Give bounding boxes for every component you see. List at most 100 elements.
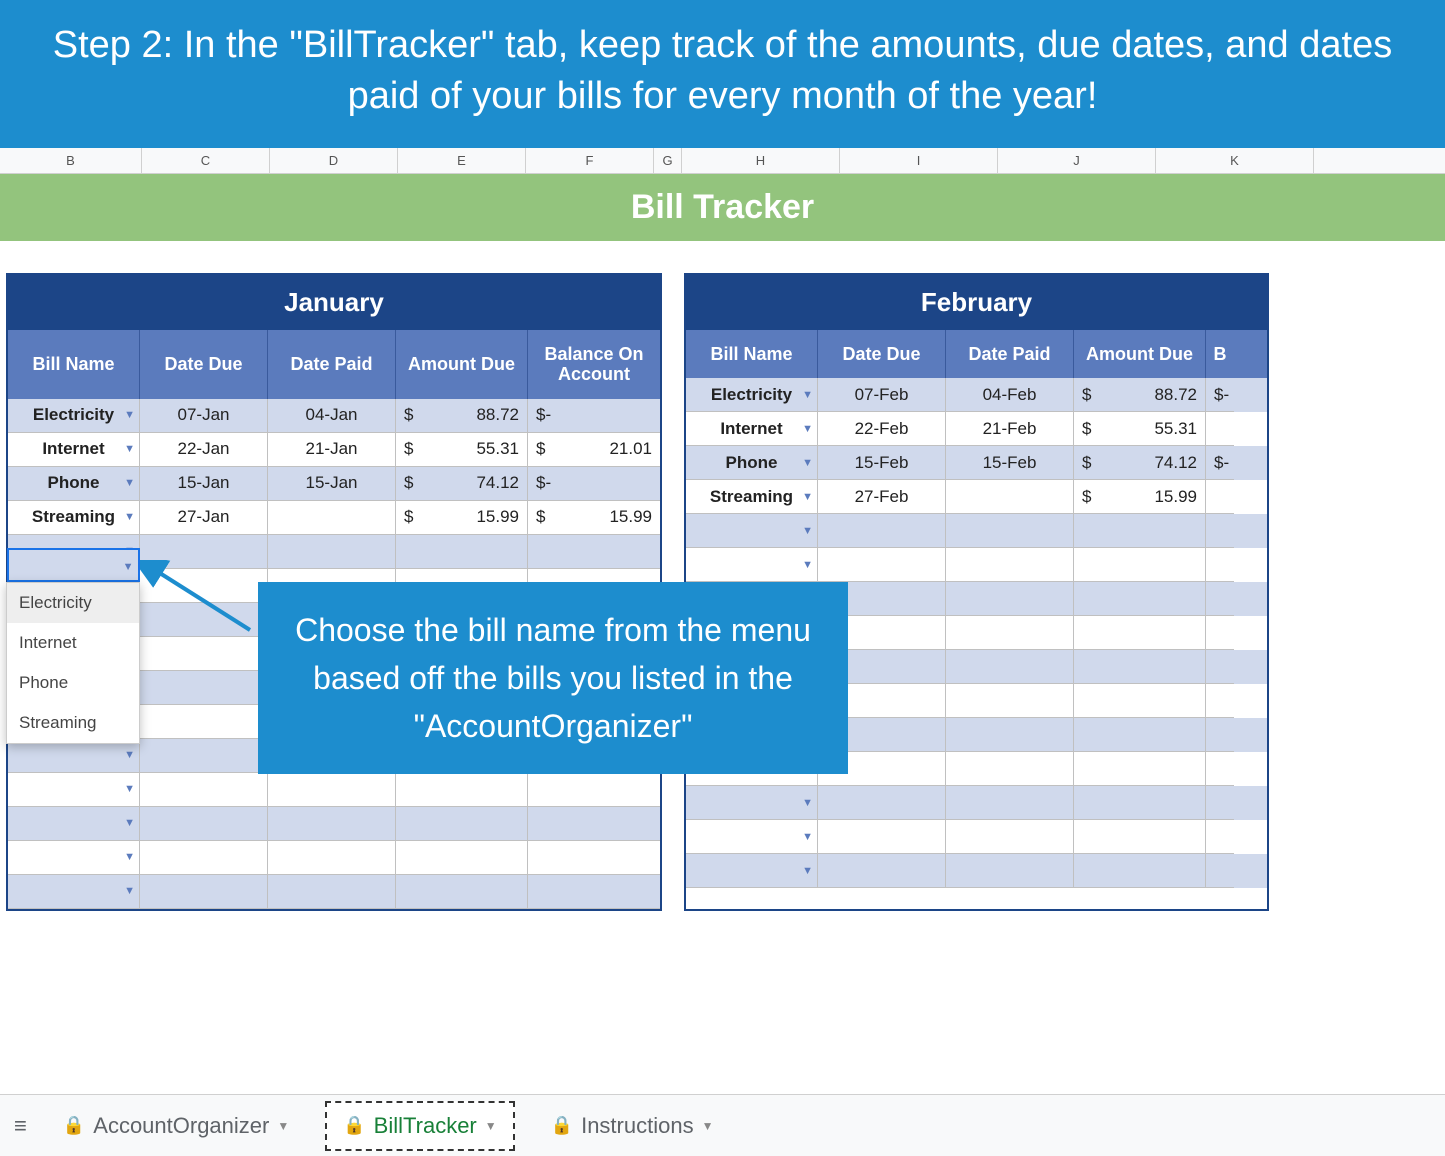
datepaid-cell[interactable]: 21-Jan <box>268 433 396 467</box>
empty-cell[interactable] <box>140 739 268 773</box>
empty-cell[interactable] <box>1074 684 1206 718</box>
datedue-cell[interactable]: 27-Jan <box>140 501 268 535</box>
amountdue-cell[interactable]: $15.99 <box>1074 480 1206 514</box>
empty-cell[interactable] <box>140 807 268 841</box>
chevron-down-icon[interactable]: ▼ <box>124 477 135 489</box>
datedue-cell[interactable]: 15-Feb <box>818 446 946 480</box>
datepaid-cell[interactable] <box>268 501 396 535</box>
tab-billtracker[interactable]: 🔒 BillTracker ▼ <box>325 1101 514 1151</box>
amountdue-cell[interactable]: $55.31 <box>1074 412 1206 446</box>
empty-cell[interactable] <box>268 773 396 807</box>
chevron-down-icon[interactable]: ▼ <box>802 457 813 469</box>
chevron-down-icon[interactable]: ▼ <box>124 783 135 795</box>
empty-cell[interactable] <box>946 786 1074 820</box>
empty-cell[interactable] <box>1074 616 1206 650</box>
empty-cell[interactable]: ▼ <box>8 739 140 773</box>
empty-cell[interactable] <box>1074 548 1206 582</box>
amountdue-cell[interactable]: $15.99 <box>396 501 528 535</box>
empty-cell[interactable] <box>528 841 660 875</box>
balance-cell[interactable]: $21.01 <box>528 433 660 467</box>
empty-cell[interactable] <box>946 582 1074 616</box>
col-header[interactable]: H <box>682 148 840 173</box>
amountdue-cell[interactable]: $88.72 <box>1074 378 1206 412</box>
tab-accountorganizer[interactable]: 🔒 AccountOrganizer ▼ <box>47 1103 305 1149</box>
billname-cell[interactable]: Electricity▼ <box>686 378 818 412</box>
billname-cell[interactable]: Electricity▼ <box>8 399 140 433</box>
empty-cell[interactable] <box>396 875 528 909</box>
chevron-down-icon[interactable]: ▼ <box>802 389 813 401</box>
col-header[interactable]: K <box>1156 148 1314 173</box>
empty-cell[interactable] <box>818 854 946 888</box>
datedue-cell[interactable]: 15-Jan <box>140 467 268 501</box>
empty-cell[interactable] <box>818 820 946 854</box>
empty-cell[interactable] <box>1074 820 1206 854</box>
tab-instructions[interactable]: 🔒 Instructions ▼ <box>535 1103 730 1149</box>
dropdown-option[interactable]: Electricity <box>7 583 139 623</box>
dropdown-option[interactable]: Internet <box>7 623 139 663</box>
balance-cell[interactable] <box>1206 480 1234 514</box>
empty-cell[interactable] <box>946 684 1074 718</box>
empty-cell[interactable] <box>818 548 946 582</box>
chevron-down-icon[interactable]: ▼ <box>277 1119 289 1133</box>
active-cell[interactable]: ▼ <box>7 548 140 582</box>
dropdown-option[interactable]: Streaming <box>7 703 139 743</box>
empty-cell[interactable]: ▼ <box>8 875 140 909</box>
chevron-down-icon[interactable]: ▼ <box>802 831 813 843</box>
empty-cell[interactable] <box>528 773 660 807</box>
balance-cell[interactable]: $- <box>528 399 660 433</box>
datepaid-cell[interactable]: 04-Feb <box>946 378 1074 412</box>
datepaid-cell[interactable]: 21-Feb <box>946 412 1074 446</box>
empty-cell[interactable] <box>1206 548 1234 582</box>
empty-cell[interactable] <box>946 650 1074 684</box>
datepaid-cell[interactable] <box>946 480 1074 514</box>
chevron-down-icon[interactable]: ▼ <box>124 749 135 761</box>
empty-cell[interactable] <box>1074 718 1206 752</box>
empty-cell[interactable] <box>396 807 528 841</box>
chevron-down-icon[interactable]: ▼ <box>802 423 813 435</box>
chevron-down-icon[interactable]: ▼ <box>802 865 813 877</box>
col-header[interactable]: G <box>654 148 682 173</box>
empty-cell[interactable] <box>268 875 396 909</box>
col-header[interactable]: F <box>526 148 654 173</box>
empty-cell[interactable] <box>268 841 396 875</box>
col-header[interactable]: I <box>840 148 998 173</box>
amountdue-cell[interactable]: $74.12 <box>396 467 528 501</box>
empty-cell[interactable] <box>396 773 528 807</box>
empty-cell[interactable] <box>1074 650 1206 684</box>
empty-cell[interactable] <box>1206 786 1234 820</box>
billname-cell[interactable]: Phone▼ <box>686 446 818 480</box>
empty-cell[interactable] <box>1206 616 1234 650</box>
empty-cell[interactable] <box>396 535 528 569</box>
balance-cell[interactable]: $15.99 <box>528 501 660 535</box>
chevron-down-icon[interactable]: ▼ <box>802 525 813 537</box>
chevron-down-icon[interactable]: ▼ <box>802 559 813 571</box>
empty-cell[interactable] <box>946 616 1074 650</box>
empty-cell[interactable] <box>1206 582 1234 616</box>
datedue-cell[interactable]: 27-Feb <box>818 480 946 514</box>
empty-cell[interactable] <box>1206 650 1234 684</box>
chevron-down-icon[interactable]: ▼ <box>485 1119 497 1133</box>
empty-cell[interactable] <box>140 875 268 909</box>
chevron-down-icon[interactable]: ▼ <box>124 851 135 863</box>
empty-cell[interactable] <box>1074 514 1206 548</box>
balance-cell[interactable] <box>1206 412 1234 446</box>
balance-cell[interactable]: $- <box>528 467 660 501</box>
empty-cell[interactable] <box>268 807 396 841</box>
amountdue-cell[interactable]: $88.72 <box>396 399 528 433</box>
balance-cell[interactable]: $- <box>1206 378 1234 412</box>
empty-cell[interactable] <box>946 854 1074 888</box>
chevron-down-icon[interactable]: ▼ <box>123 561 134 573</box>
datedue-cell[interactable]: 07-Feb <box>818 378 946 412</box>
balance-cell[interactable]: $- <box>1206 446 1234 480</box>
chevron-down-icon[interactable]: ▼ <box>802 797 813 809</box>
chevron-down-icon[interactable]: ▼ <box>124 511 135 523</box>
col-header[interactable]: B <box>0 148 142 173</box>
empty-cell[interactable] <box>1206 514 1234 548</box>
chevron-down-icon[interactable]: ▼ <box>124 409 135 421</box>
amountdue-cell[interactable]: $74.12 <box>1074 446 1206 480</box>
empty-cell[interactable] <box>268 535 396 569</box>
empty-cell[interactable] <box>528 535 660 569</box>
datepaid-cell[interactable]: 04-Jan <box>268 399 396 433</box>
chevron-down-icon[interactable]: ▼ <box>124 443 135 455</box>
all-sheets-icon[interactable]: ≡ <box>14 1113 27 1139</box>
